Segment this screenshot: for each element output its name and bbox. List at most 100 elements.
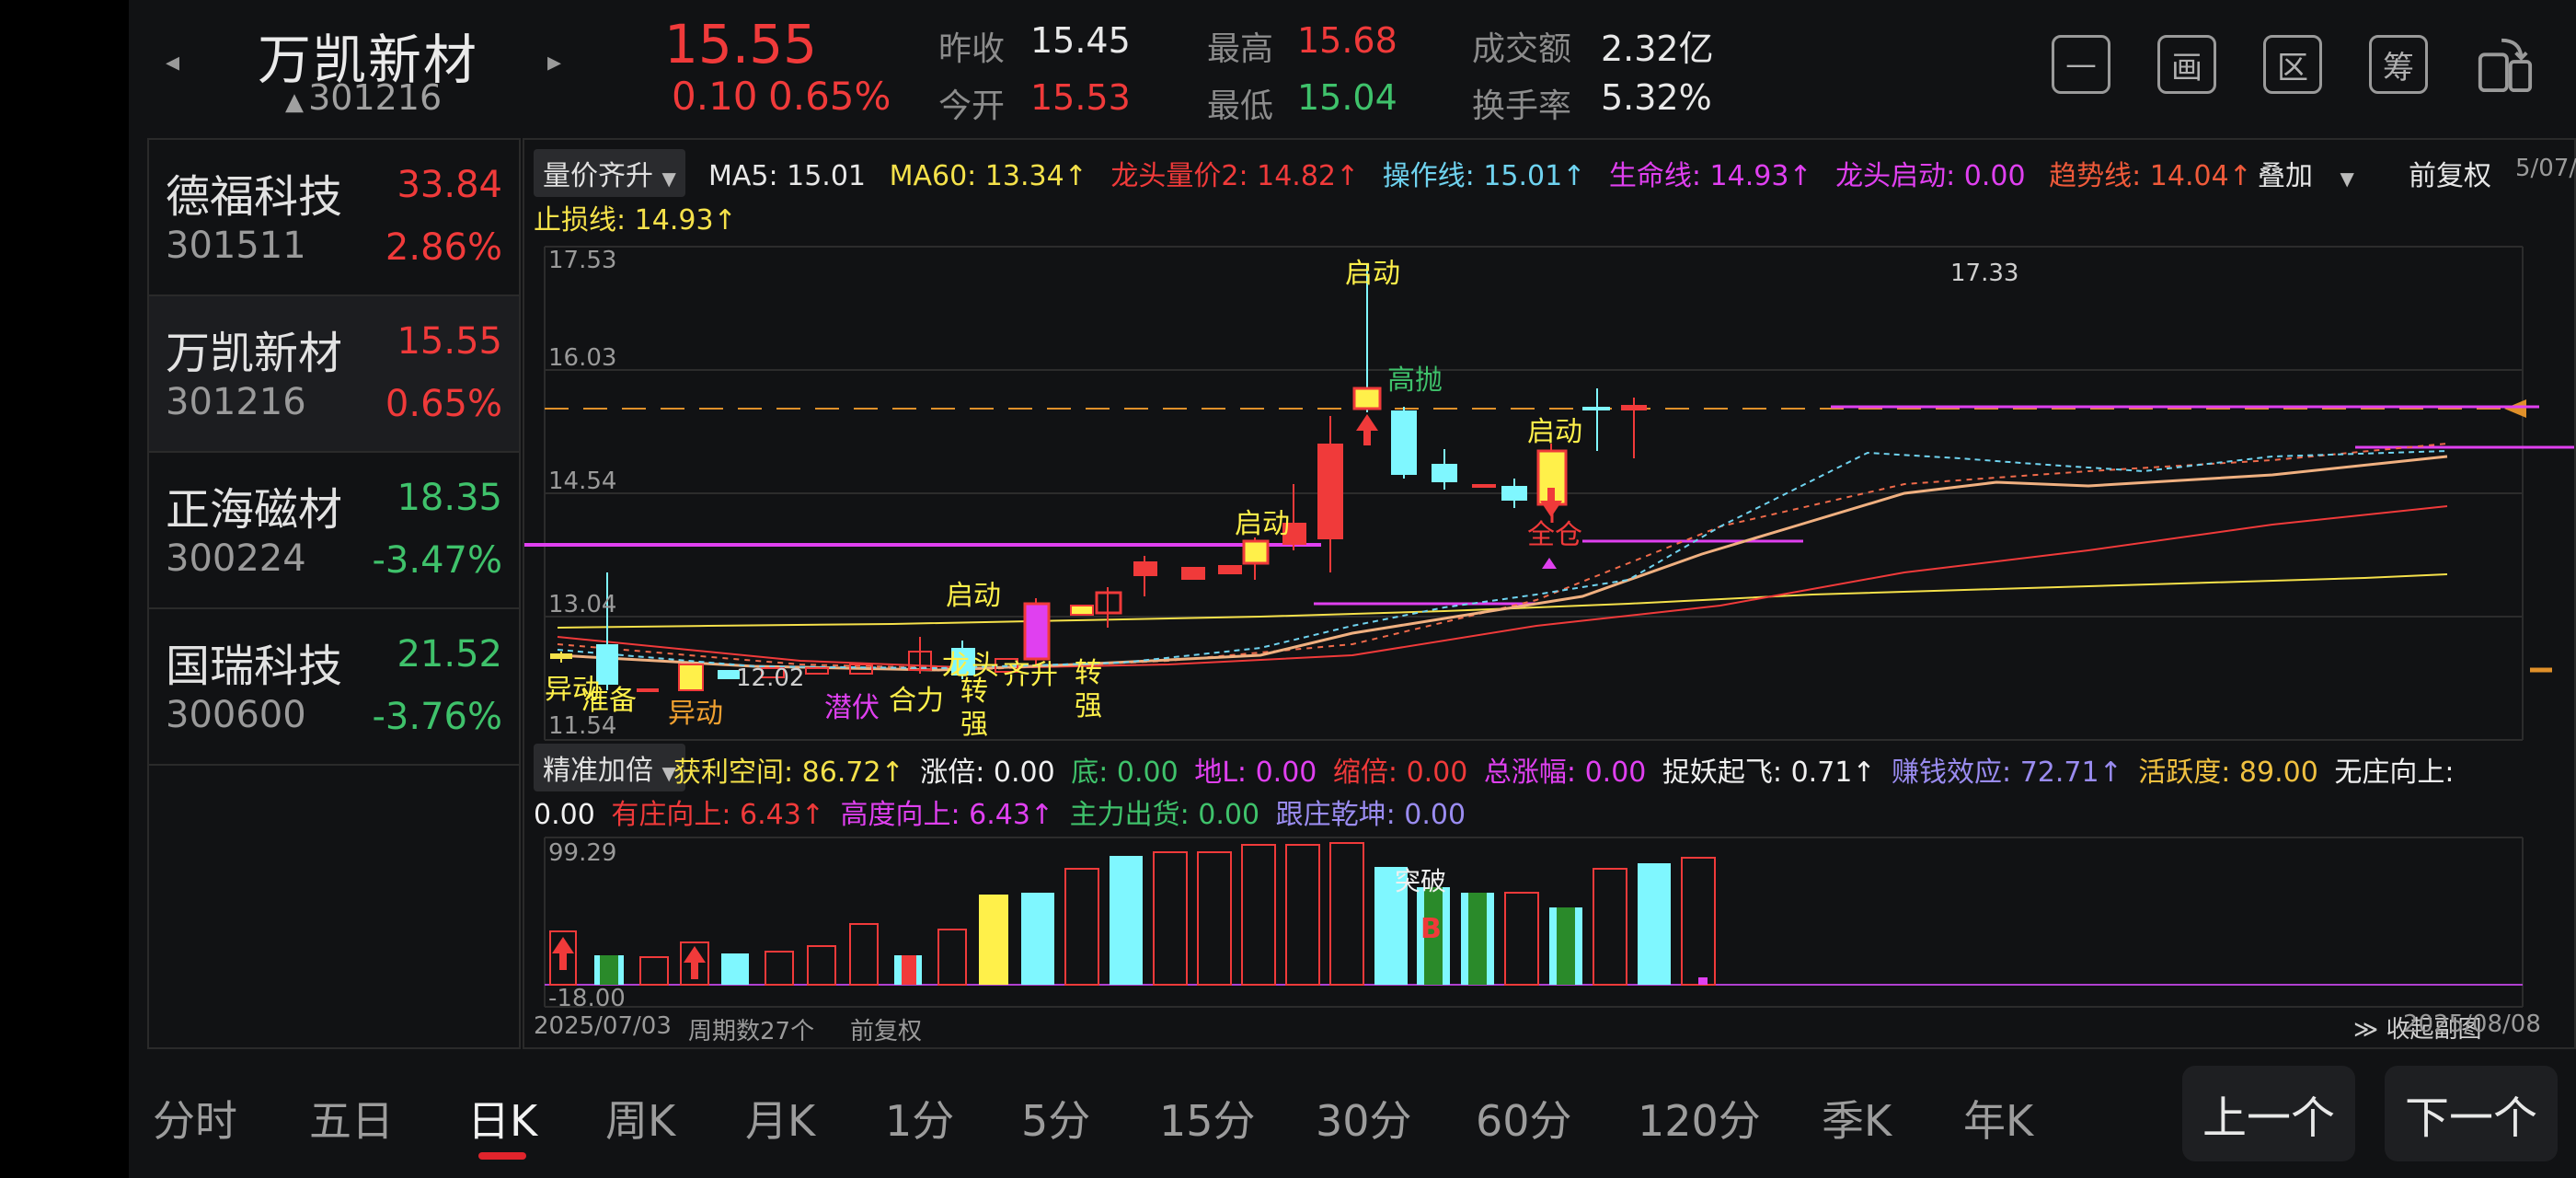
price-change: 0.10 [672, 74, 758, 119]
tab-zhouk[interactable]: 周K [605, 1088, 675, 1149]
candle [1070, 605, 1094, 616]
tab-yuek[interactable]: 月K [745, 1088, 815, 1149]
candle [1317, 444, 1343, 539]
prev-close-label: 昨收 [938, 30, 1006, 68]
watchlist-item-code: 301216 [166, 381, 306, 423]
y-tick: 13.04 [548, 591, 617, 618]
sub-bar [1638, 863, 1671, 985]
tab-120min[interactable]: 120分 [1638, 1088, 1761, 1149]
signal-label: 准备 [581, 685, 637, 717]
ma60-line [557, 573, 2448, 629]
previous-stock-arrow-icon[interactable]: ◂ [166, 46, 179, 78]
candles [550, 263, 1647, 692]
candle [805, 667, 829, 675]
main-grid [544, 246, 2524, 741]
candle [1133, 561, 1157, 576]
signal-label: 异动 [668, 698, 723, 730]
candle [678, 664, 704, 691]
watchlist-item-active[interactable]: 万凯新材 301216 15.55 0.65% [149, 296, 519, 453]
watchlist-item-price: 18.35 [397, 477, 502, 519]
sub-bar [1468, 893, 1487, 985]
start-date: 2025/07/03 [534, 1012, 672, 1040]
sub-bar [765, 951, 794, 986]
max-price-label: 17.33 [1950, 260, 2019, 287]
candle [1242, 539, 1270, 565]
sub-bar [1197, 851, 1232, 986]
kline-chart-panel[interactable]: 量价齐升 ▼ MA5: 15.01 MA60: 13.34↑ 龙头量价2: 14… [523, 138, 2576, 1049]
sub-bar [1064, 868, 1099, 986]
tab-5min[interactable]: 5分 [1021, 1088, 1090, 1149]
watchlist-item-code: 300224 [166, 537, 306, 580]
sub-bar [807, 945, 836, 986]
buy-b-marker: B [1420, 913, 1442, 945]
candle [1501, 486, 1527, 501]
watchlist-item-code: 300600 [166, 694, 306, 736]
open-value: 15.53 [1030, 77, 1131, 118]
current-price: 15.55 [664, 13, 818, 75]
sub-bar [1504, 892, 1539, 986]
watchlist-item-pct: 2.86% [385, 226, 502, 269]
phone-rotate-icon[interactable] [2475, 35, 2534, 94]
signal-label: 潜伏 [824, 692, 880, 724]
watchlist-item-code: 301511 [166, 225, 306, 267]
current-price-marker [2504, 399, 2526, 418]
minus-box-icon[interactable]: — [2052, 35, 2110, 94]
candle [550, 653, 572, 659]
stock-code-row: ▲ 301216 [285, 77, 442, 118]
kline-svg [524, 246, 2574, 1008]
y-tick: 17.53 [548, 247, 617, 274]
picture-icon[interactable]: 画 [2157, 35, 2216, 94]
next-button[interactable]: 下一个 [2385, 1066, 2558, 1161]
watchlist-item-price: 15.55 [397, 320, 502, 363]
watchlist-item[interactable]: 正海磁材 300224 18.35 -3.47% [149, 453, 519, 609]
turnover-label: 换手率 [1472, 87, 1572, 125]
period-count: 周期数27个 [688, 1018, 815, 1045]
low-value: 15.04 [1297, 77, 1397, 118]
chip-icon[interactable]: 筹 [2369, 35, 2428, 94]
phone-rotate-svg [2478, 38, 2533, 93]
tab-rik[interactable]: 日K [467, 1088, 537, 1149]
turnover-value: 5.32% [1601, 77, 1712, 118]
sub-bar [600, 955, 618, 985]
tab-30min[interactable]: 30分 [1316, 1088, 1412, 1149]
watchlist-item-name: 正海磁材 [166, 484, 343, 536]
magenta-triangle-icon [1542, 558, 1557, 569]
sub-bar [1681, 857, 1716, 986]
signal-label: 启动 [1527, 416, 1582, 448]
sub-y-max: 99.29 [548, 839, 617, 867]
watchlist-item-pct: -3.47% [372, 539, 502, 582]
watchlist-item-pct: -3.76% [372, 696, 502, 738]
watchlist-item[interactable]: 国瑞科技 300600 21.52 -3.76% [149, 609, 519, 766]
amount-label: 成交额 [1472, 30, 1572, 68]
y-tick: 16.03 [548, 344, 617, 372]
sub-bar [979, 895, 1008, 985]
tab-15min[interactable]: 15分 [1159, 1088, 1256, 1149]
tab-1min[interactable]: 1分 [885, 1088, 954, 1149]
tab-niank[interactable]: 年K [1963, 1088, 2033, 1149]
watchlist-panel: 德福科技 301511 33.84 2.86% 万凯新材 301216 15.5… [147, 138, 521, 1049]
previous-button[interactable]: 上一个 [2182, 1066, 2355, 1161]
sub-up-arrow-icon [684, 946, 706, 979]
signal-label: 启动 [946, 580, 1001, 612]
sub-bar [1285, 844, 1320, 986]
region-icon[interactable]: 区 [2263, 35, 2322, 94]
price-change-pct: 0.65% [768, 74, 891, 119]
signal-label: 强 [1075, 690, 1102, 722]
low-label: 最低 [1207, 87, 1274, 125]
sub-bar [1021, 893, 1054, 985]
watchlist-item[interactable]: 德福科技 301511 33.84 2.86% [149, 140, 519, 296]
candle [1391, 410, 1417, 475]
next-stock-arrow-icon[interactable]: ▸ [547, 46, 561, 78]
watchlist-item-name: 万凯新材 [166, 328, 343, 379]
sub-bar [1241, 844, 1276, 986]
tab-jik[interactable]: 季K [1822, 1088, 1892, 1149]
tab-wuri[interactable]: 五日 [309, 1088, 394, 1149]
sub-bar [639, 956, 669, 986]
end-date-label: 2025/08/08 [2403, 1011, 2541, 1038]
signal-label: 强 [960, 709, 988, 741]
candle [1218, 565, 1242, 574]
sub-bar [1110, 856, 1143, 985]
tab-60min[interactable]: 60分 [1476, 1088, 1572, 1149]
tab-fenshi[interactable]: 分时 [153, 1088, 237, 1149]
footer-adjust: 前复权 [850, 1018, 923, 1045]
